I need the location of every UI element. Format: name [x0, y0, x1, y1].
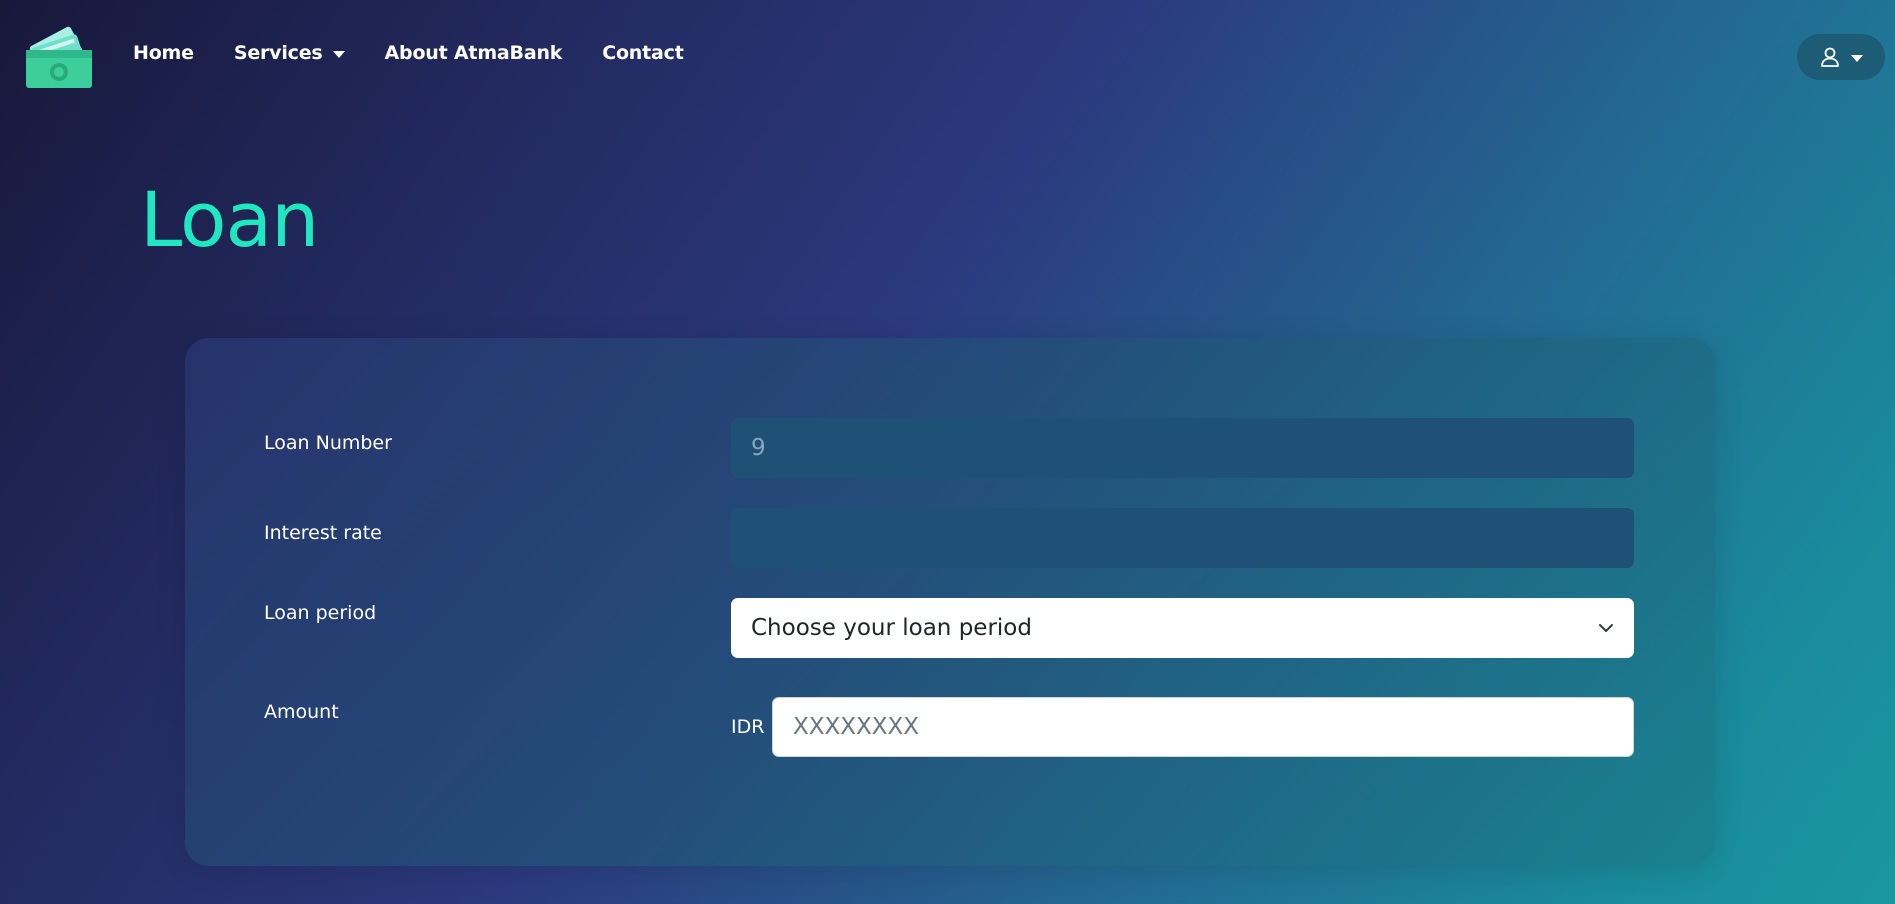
nav-home-link[interactable]: Home [133, 42, 194, 64]
loan-number-label: Loan Number [264, 432, 392, 454]
amount-input[interactable] [772, 697, 1634, 757]
loan-number-input[interactable] [731, 418, 1634, 478]
nav-services-dropdown[interactable]: Services [234, 42, 345, 64]
chevron-down-icon [1599, 624, 1613, 632]
navbar: Home Services About AtmaBank Contact [0, 0, 1895, 112]
loan-period-select[interactable]: Choose your loan period [731, 598, 1634, 658]
interest-rate-label: Interest rate [264, 522, 382, 544]
loan-period-label: Loan period [264, 602, 377, 624]
nav-contact-label: Contact [602, 42, 684, 64]
caret-down-icon [332, 50, 345, 58]
loan-period-selected-value: Choose your loan period [751, 615, 1032, 641]
caret-down-icon [1851, 54, 1863, 62]
nav-home-label: Home [133, 42, 194, 64]
user-menu-button[interactable] [1797, 34, 1885, 80]
nav-contact-link[interactable]: Contact [602, 42, 684, 64]
page-title: Loan [140, 175, 319, 264]
nav-services-label: Services [233, 42, 323, 64]
money-wallet-icon[interactable] [24, 20, 94, 90]
interest-rate-input[interactable] [731, 508, 1634, 568]
user-icon [1821, 47, 1839, 67]
nav-about-label: About AtmaBank [384, 42, 563, 64]
nav-links: Home Services About AtmaBank Contact [133, 42, 724, 64]
currency-prefix: IDR [731, 716, 765, 738]
amount-label: Amount [264, 701, 339, 723]
nav-about-link[interactable]: About AtmaBank [385, 42, 563, 64]
